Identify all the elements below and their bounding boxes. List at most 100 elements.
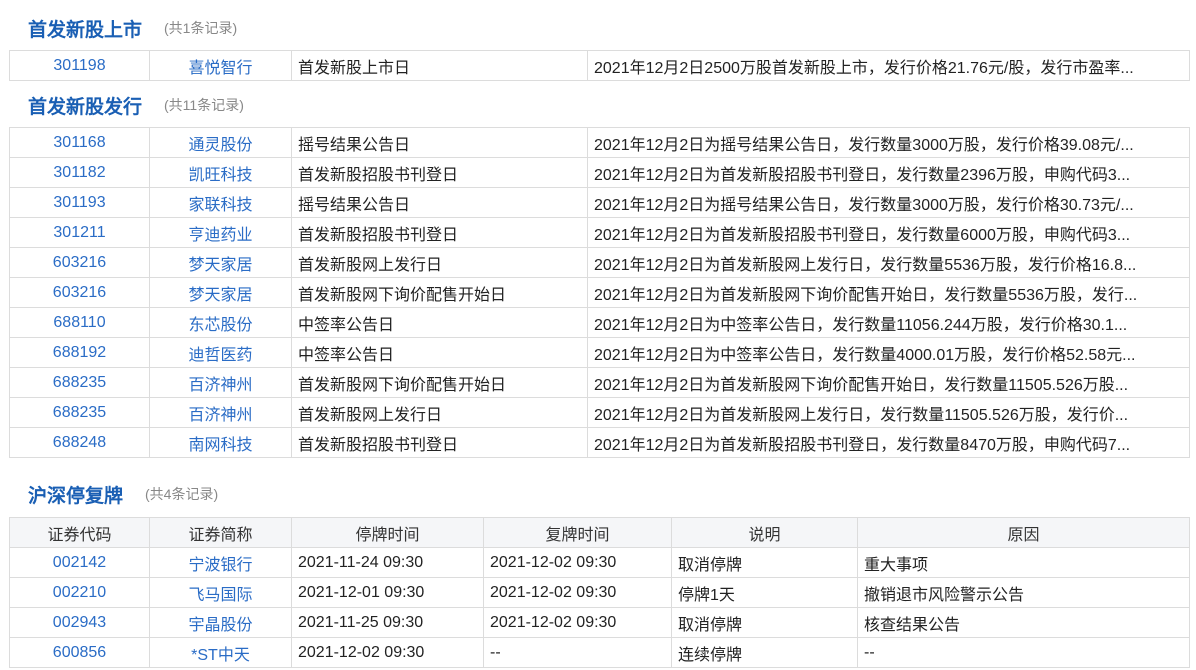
stock-code-link[interactable]: 600856 xyxy=(9,637,150,668)
resume-time-cell: 2021-12-02 09:30 xyxy=(483,577,672,608)
column-header: 停牌时间 xyxy=(291,517,484,548)
table-row: 301193 家联科技 摇号结果公告日 2021年12月2日为摇号结果公告日，发行数量… xyxy=(9,187,1190,218)
description-cell: 2021年12月2日为中签率公告日，发行数量11056.244万股，发行价格30… xyxy=(587,307,1190,338)
stock-code-link[interactable]: 688235 xyxy=(9,367,150,398)
column-header: 复牌时间 xyxy=(483,517,672,548)
description-cell: 2021年12月2日为摇号结果公告日，发行数量3000万股，发行价格39.08元… xyxy=(587,127,1190,158)
halt-time-cell: 2021-11-25 09:30 xyxy=(291,607,484,638)
description-cell: 2021年12月2日为首发新股网下询价配售开始日，发行数量5536万股，发行..… xyxy=(587,277,1190,308)
description-cell: 2021年12月2日为首发新股招股书刊登日，发行数量6000万股，申购代码3..… xyxy=(587,217,1190,248)
stock-name-link[interactable]: 梦天家居 xyxy=(149,247,292,278)
stock-name-link[interactable]: 家联科技 xyxy=(149,187,292,218)
event-cell: 首发新股招股书刊登日 xyxy=(291,427,588,458)
stock-code-link[interactable]: 301198 xyxy=(9,50,150,81)
stock-name-link[interactable]: 宁波银行 xyxy=(149,547,292,578)
column-header: 证券简称 xyxy=(149,517,292,548)
event-cell: 摇号结果公告日 xyxy=(291,187,588,218)
event-cell: 中签率公告日 xyxy=(291,337,588,368)
issuance-title: 首发新股发行 xyxy=(28,96,143,118)
event-cell: 首发新股网上发行日 xyxy=(291,397,588,428)
stock-code-link[interactable]: 688192 xyxy=(9,337,150,368)
table-row: 301182 凯旺科技 首发新股招股书刊登日 2021年12月2日为首发新股招股书刊登… xyxy=(9,157,1190,188)
table-row: 301168 通灵股份 摇号结果公告日 2021年12月2日为摇号结果公告日，发行数量… xyxy=(9,127,1190,158)
reason-cell: -- xyxy=(857,637,1190,668)
table-row: 688192 迪哲医药 中签率公告日 2021年12月2日为中签率公告日，发行数量40… xyxy=(9,337,1190,368)
stock-name-link[interactable]: 百济神州 xyxy=(149,367,292,398)
stock-name-link[interactable]: 凯旺科技 xyxy=(149,157,292,188)
stock-name-link[interactable]: 百济神州 xyxy=(149,397,292,428)
stock-name-link[interactable]: 宇晶股份 xyxy=(149,607,292,638)
note-cell: 取消停牌 xyxy=(671,607,858,638)
table-row: 603216 梦天家居 首发新股网下询价配售开始日 2021年12月2日为首发新股网下… xyxy=(9,277,1190,308)
stock-name-link[interactable]: 迪哲医药 xyxy=(149,337,292,368)
event-cell: 首发新股网上发行日 xyxy=(291,247,588,278)
stock-code-link[interactable]: 688248 xyxy=(9,427,150,458)
stock-code-link[interactable]: 688235 xyxy=(9,397,150,428)
stock-name-link[interactable]: 亨迪药业 xyxy=(149,217,292,248)
resume-time-cell: 2021-12-02 09:30 xyxy=(483,607,672,638)
column-header: 证券代码 xyxy=(9,517,150,548)
listing-table: 301198 喜悦智行 首发新股上市日 2021年12月2日2500万股首发新股… xyxy=(9,50,1190,81)
stock-name-link[interactable]: 飞马国际 xyxy=(149,577,292,608)
table-row: 688235 百济神州 首发新股网下询价配售开始日 2021年12月2日为首发新股网下… xyxy=(9,367,1190,398)
stock-name-link[interactable]: *ST中天 xyxy=(149,637,292,668)
halt-time-cell: 2021-12-01 09:30 xyxy=(291,577,484,608)
resumption-table: 证券代码 证券简称 停牌时间 复牌时间 说明 原因 002142 宁波银行 2021… xyxy=(9,517,1190,668)
stock-code-link[interactable]: 301193 xyxy=(9,187,150,218)
stock-code-link[interactable]: 603216 xyxy=(9,277,150,308)
stock-name-link[interactable]: 南网科技 xyxy=(149,427,292,458)
column-header: 说明 xyxy=(671,517,858,548)
description-cell: 2021年12月2日为首发新股网上发行日，发行数量11505.526万股，发行价… xyxy=(587,397,1190,428)
reason-cell: 核查结果公告 xyxy=(857,607,1190,638)
reason-cell: 重大事项 xyxy=(857,547,1190,578)
resumption-count: (共4条记录) xyxy=(145,486,219,502)
stock-name-link[interactable]: 喜悦智行 xyxy=(149,50,292,81)
issuance-table: 301168 通灵股份 摇号结果公告日 2021年12月2日为摇号结果公告日，发行数量… xyxy=(9,127,1190,458)
table-header-row: 证券代码 证券简称 停牌时间 复牌时间 说明 原因 xyxy=(9,517,1190,548)
listing-title: 首发新股上市 xyxy=(28,19,143,41)
table-row: 301198 喜悦智行 首发新股上市日 2021年12月2日2500万股首发新股… xyxy=(9,50,1190,81)
stock-code-link[interactable]: 002943 xyxy=(9,607,150,638)
stock-code-link[interactable]: 002142 xyxy=(9,547,150,578)
description-cell: 2021年12月2日为中签率公告日，发行数量4000.01万股，发行价格52.5… xyxy=(587,337,1190,368)
halt-time-cell: 2021-11-24 09:30 xyxy=(291,547,484,578)
event-cell: 首发新股招股书刊登日 xyxy=(291,157,588,188)
event-cell: 首发新股上市日 xyxy=(291,50,588,81)
stock-code-link[interactable]: 688110 xyxy=(9,307,150,338)
table-row: 002142 宁波银行 2021-11-24 09:30 2021-12-02 09:… xyxy=(9,547,1190,578)
event-cell: 中签率公告日 xyxy=(291,307,588,338)
stock-name-link[interactable]: 东芯股份 xyxy=(149,307,292,338)
table-row: 600856 *ST中天 2021-12-02 09:30 -- 连续停牌 -- xyxy=(9,637,1190,668)
stock-name-link[interactable]: 梦天家居 xyxy=(149,277,292,308)
stock-code-link[interactable]: 301211 xyxy=(9,217,150,248)
description-cell: 2021年12月2日为首发新股招股书刊登日，发行数量8470万股，申购代码7..… xyxy=(587,427,1190,458)
resume-time-cell: -- xyxy=(483,637,672,668)
description-cell: 2021年12月2日为摇号结果公告日，发行数量3000万股，发行价格30.73元… xyxy=(587,187,1190,218)
table-row: 002943 宇晶股份 2021-11-25 09:30 2021-12-02 09:… xyxy=(9,607,1190,638)
reason-cell: 撤销退市风险警示公告 xyxy=(857,577,1190,608)
table-row: 002210 飞马国际 2021-12-01 09:30 2021-12-02 09:… xyxy=(9,577,1190,608)
description-cell: 2021年12月2日为首发新股网上发行日，发行数量5536万股，发行价格16.8… xyxy=(587,247,1190,278)
issuance-count: (共11条记录) xyxy=(164,97,244,113)
table-row: 301211 亨迪药业 首发新股招股书刊登日 2021年12月2日为首发新股招股书刊登… xyxy=(9,217,1190,248)
table-row: 688248 南网科技 首发新股招股书刊登日 2021年12月2日为首发新股招股书刊登… xyxy=(9,427,1190,458)
halt-time-cell: 2021-12-02 09:30 xyxy=(291,637,484,668)
description-cell: 2021年12月2日2500万股首发新股上市，发行价格21.76元/股，发行市盈… xyxy=(587,50,1190,81)
stock-code-link[interactable]: 301182 xyxy=(9,157,150,188)
stock-code-link[interactable]: 603216 xyxy=(9,247,150,278)
listing-section-header: 首发新股上市 (共1条记录) xyxy=(28,13,237,43)
table-row: 603216 梦天家居 首发新股网上发行日 2021年12月2日为首发新股网上发行日，… xyxy=(9,247,1190,278)
stock-name-link[interactable]: 通灵股份 xyxy=(149,127,292,158)
column-header: 原因 xyxy=(857,517,1190,548)
table-row: 688235 百济神州 首发新股网上发行日 2021年12月2日为首发新股网上发行日，… xyxy=(9,397,1190,428)
description-cell: 2021年12月2日为首发新股招股书刊登日，发行数量2396万股，申购代码3..… xyxy=(587,157,1190,188)
stock-code-link[interactable]: 301168 xyxy=(9,127,150,158)
resumption-section-header: 沪深停复牌 (共4条记录) xyxy=(28,479,218,509)
listing-count: (共1条记录) xyxy=(164,20,238,36)
note-cell: 停牌1天 xyxy=(671,577,858,608)
resume-time-cell: 2021-12-02 09:30 xyxy=(483,547,672,578)
event-cell: 首发新股网下询价配售开始日 xyxy=(291,277,588,308)
table-row: 688110 东芯股份 中签率公告日 2021年12月2日为中签率公告日，发行数量11… xyxy=(9,307,1190,338)
stock-code-link[interactable]: 002210 xyxy=(9,577,150,608)
event-cell: 首发新股网下询价配售开始日 xyxy=(291,367,588,398)
